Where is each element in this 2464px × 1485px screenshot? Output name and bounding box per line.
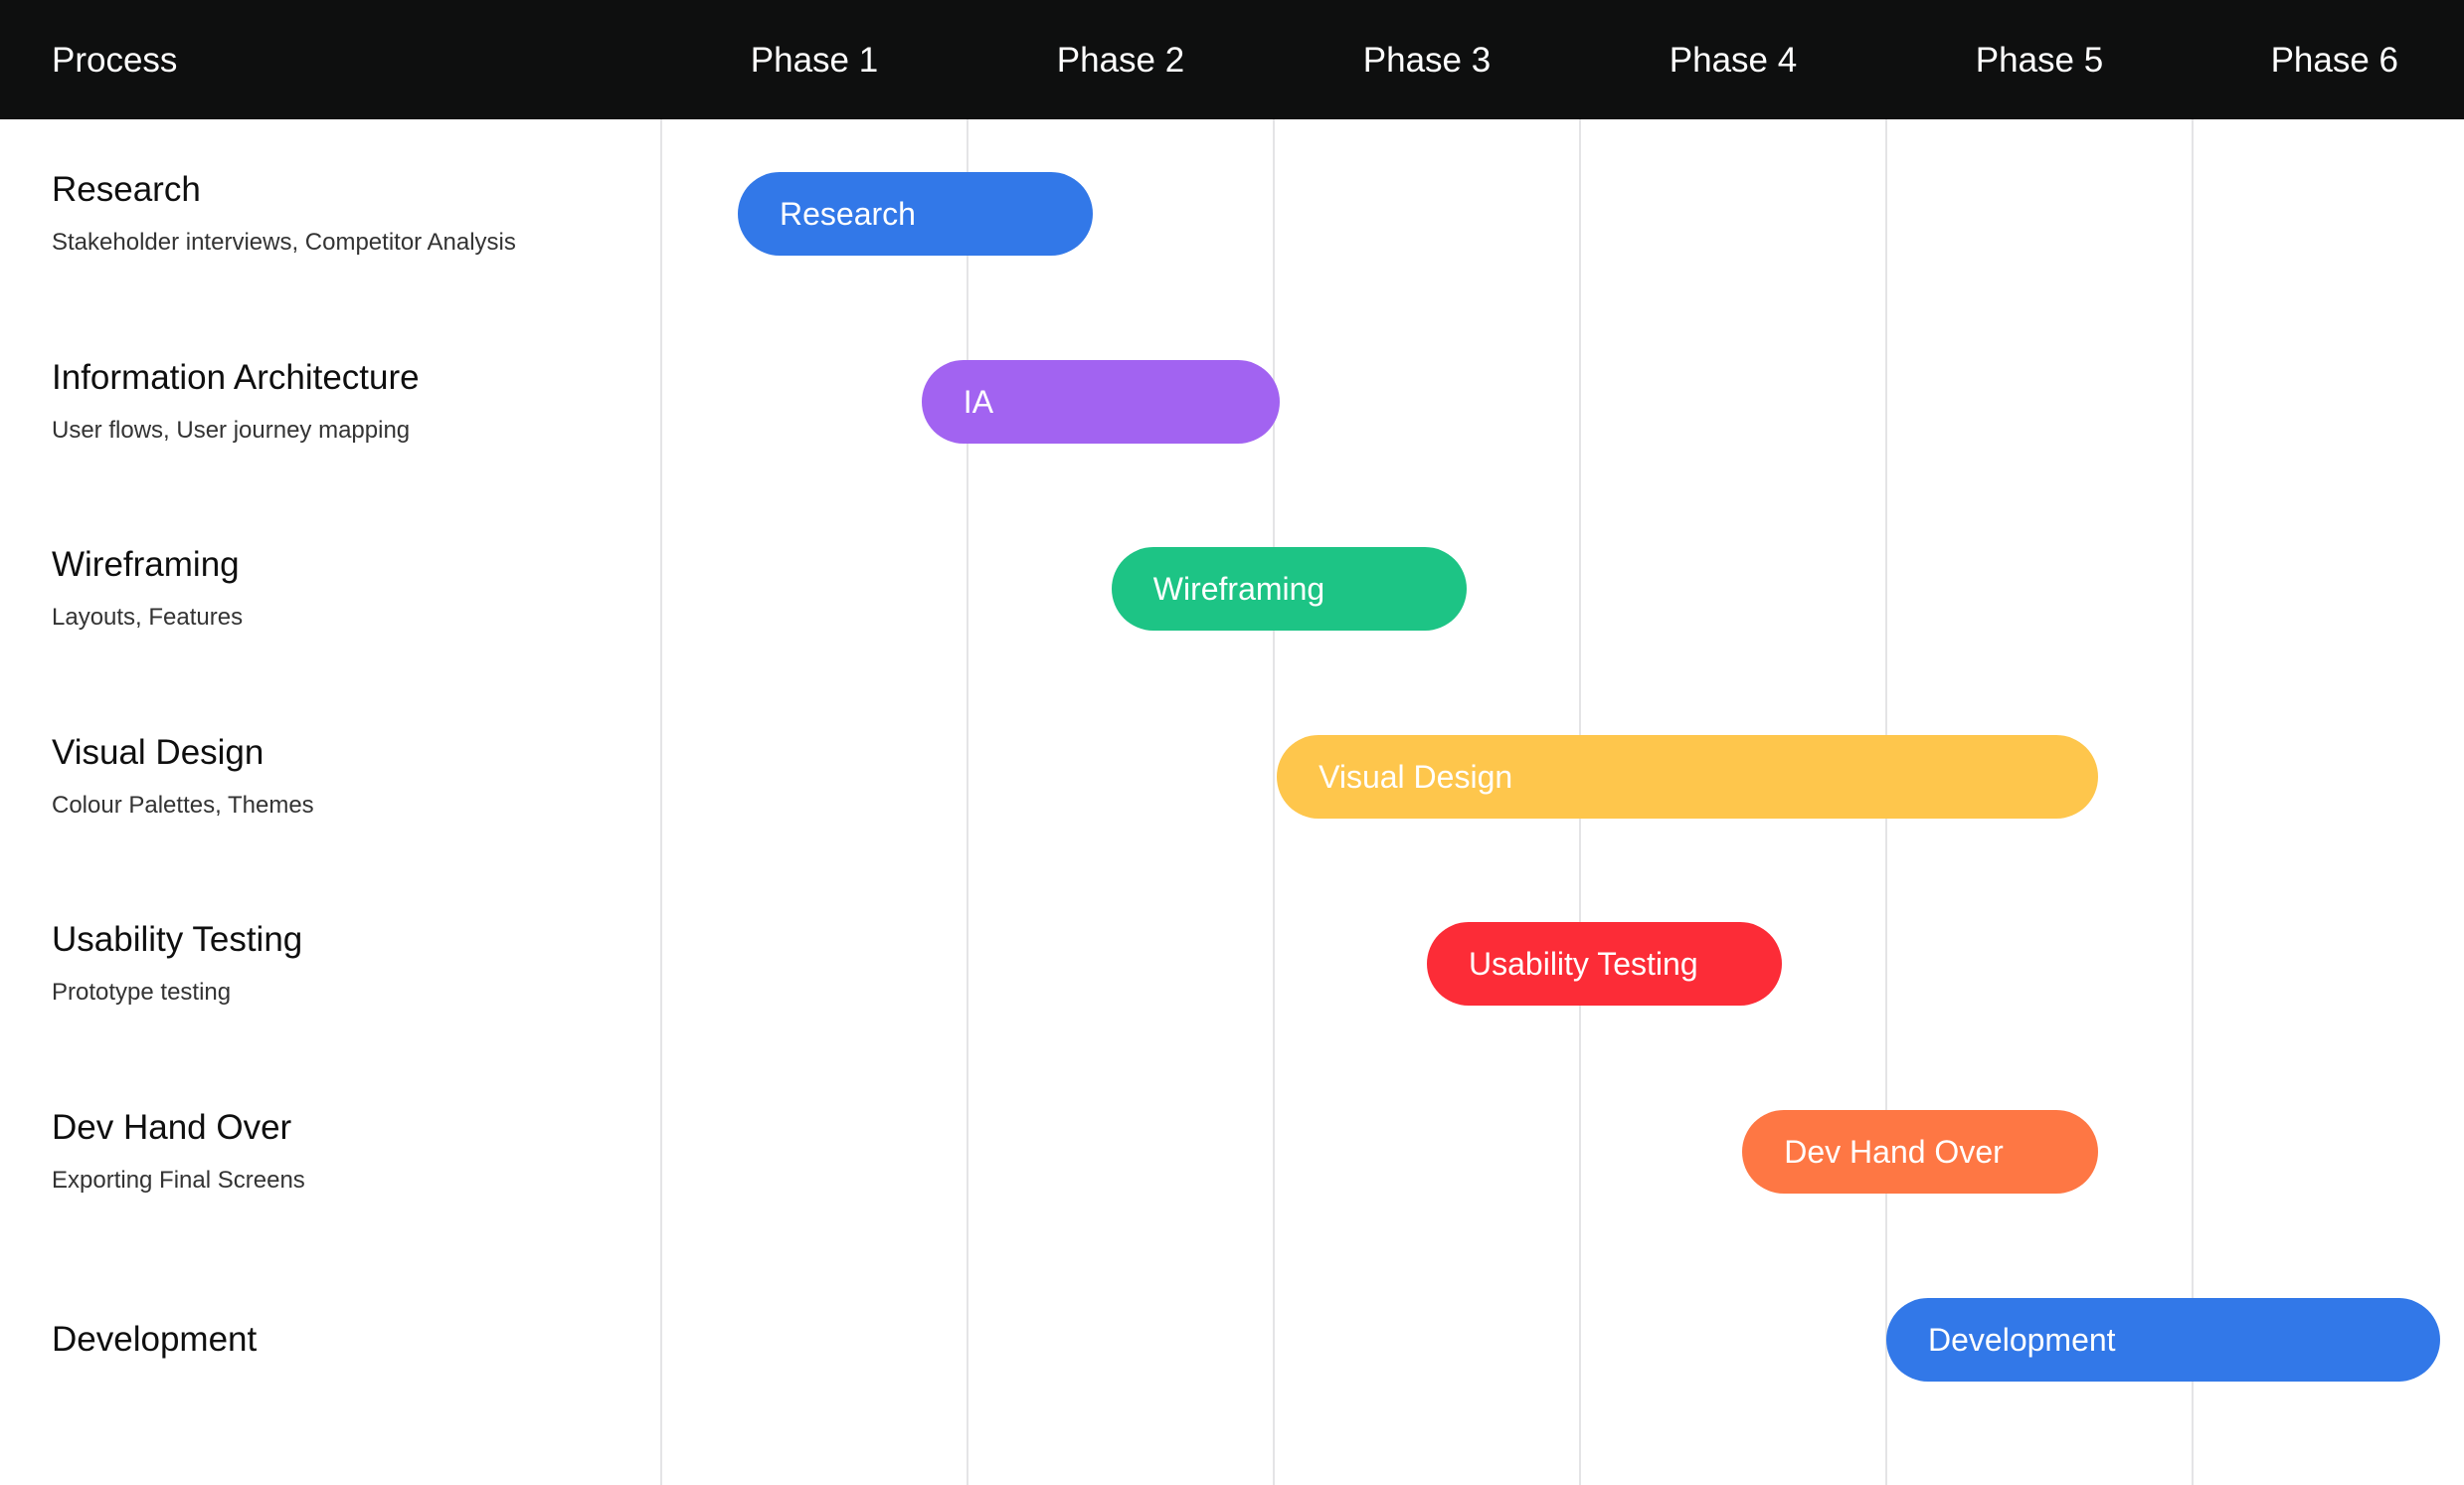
process-title: Information Architecture [52,357,420,397]
process-title: Development [52,1319,258,1359]
process-subtitle: Colour Palettes, Themes [52,791,314,819]
gantt-bar[interactable]: IA [921,359,1281,444]
gantt-bar[interactable]: Dev Hand Over [1742,1110,2098,1194]
phase-divider-line [2192,119,2194,1485]
process-subtitle: Stakeholder interviews, Competitor Analy… [52,229,516,256]
process-title: Wireframing [52,545,240,585]
phase-label-2: Phase 2 [1056,41,1185,80]
process-subtitle: Prototype testing [52,979,232,1007]
process-title: Visual Design [52,732,264,772]
gantt-bar[interactable]: Usability Testing [1427,922,1783,1007]
process-title: Research [52,170,201,209]
process-column-header: Process [52,41,178,80]
gantt-bar[interactable]: Visual Design [1277,734,2098,819]
gantt-bar[interactable]: Wireframing [1111,547,1468,632]
phase-label-1: Phase 1 [750,41,879,80]
phase-label-6: Phase 6 [2270,41,2398,80]
process-subtitle: Exporting Final Screens [52,1167,305,1194]
phase-label-4: Phase 4 [1669,41,1798,80]
process-subtitle: User flows, User journey mapping [52,416,411,444]
phase-label-5: Phase 5 [1975,41,2104,80]
process-title: Usability Testing [52,920,303,960]
phase-label-3: Phase 3 [1362,41,1492,80]
process-title: Dev Hand Over [52,1108,292,1147]
process-subtitle: Layouts, Features [52,604,244,632]
phase-divider-line [660,119,662,1485]
header-bar: Process Phase 1 Phase 2 Phase 3 Phase 4 Phas… [0,0,2464,119]
gantt-bar[interactable]: Research [738,172,1094,256]
gantt-chart: Process Phase 1 Phase 2 Phase 3 Phase 4 Phas… [0,0,2464,1485]
gantt-bar[interactable]: Development [1886,1297,2441,1382]
phase-divider-line [1273,119,1275,1485]
phase-divider-line [967,119,968,1485]
